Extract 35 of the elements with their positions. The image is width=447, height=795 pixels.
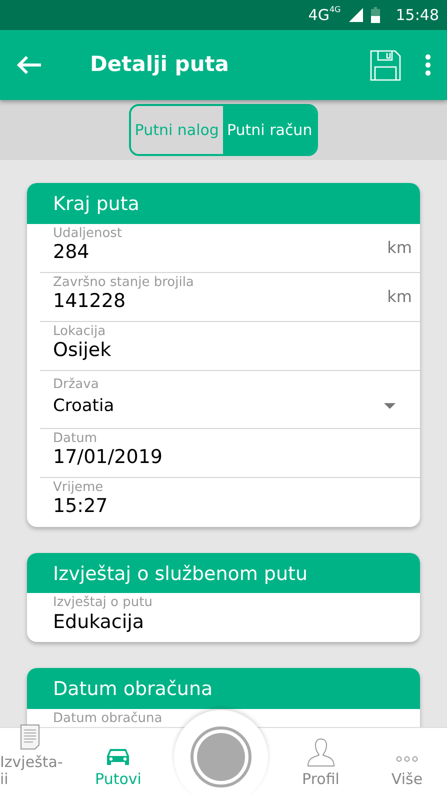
nav-tab[interactable]: Više	[367, 750, 447, 787]
input-field[interactable]: Edukacija	[53, 610, 412, 634]
field-label: Udaljenost	[53, 226, 124, 242]
field-label: Izvještaj o putu	[53, 595, 154, 611]
overflow-menu-icon[interactable]	[425, 54, 431, 76]
field-label: Lokacija	[53, 324, 107, 340]
more-icon	[396, 756, 418, 762]
input-field[interactable]: 17/01/2019	[53, 446, 412, 470]
back-arrow-icon[interactable]	[16, 55, 42, 75]
input-field[interactable]: 15:27	[53, 495, 412, 518]
unit-label: km	[387, 286, 412, 308]
battery-icon	[370, 7, 380, 23]
field-label: Završno stanje brojila	[53, 274, 195, 290]
nav-tab[interactable]: Izvješta- ii	[0, 724, 62, 787]
field-label: Država	[53, 376, 100, 392]
dropdown-caret-icon	[384, 403, 396, 410]
dropdown-field[interactable]: Croatia	[53, 396, 412, 417]
field-label: Datum	[53, 430, 98, 446]
nav-tab[interactable]: Profil	[280, 736, 361, 787]
signal-icon	[348, 8, 363, 22]
section-header: Datum obračuna	[27, 668, 420, 710]
unit-label: km	[387, 236, 412, 259]
save-icon[interactable]	[370, 50, 401, 80]
section-header: Kraj puta	[27, 183, 420, 224]
car-icon	[106, 746, 130, 766]
status-time: 15:48	[396, 4, 439, 26]
input-field[interactable]: 141228	[53, 290, 388, 314]
field-label: Datum obračuna	[53, 711, 164, 727]
section-header: Izvještaj o službenom putu	[27, 552, 420, 594]
person-icon	[306, 736, 336, 766]
input-field[interactable]: 284	[53, 241, 388, 264]
screen-title: Detalji puta	[90, 52, 229, 78]
field-label: Vrijeme	[53, 480, 104, 496]
input-field[interactable]: Osijek	[53, 339, 412, 362]
record-button[interactable]	[174, 710, 268, 795]
